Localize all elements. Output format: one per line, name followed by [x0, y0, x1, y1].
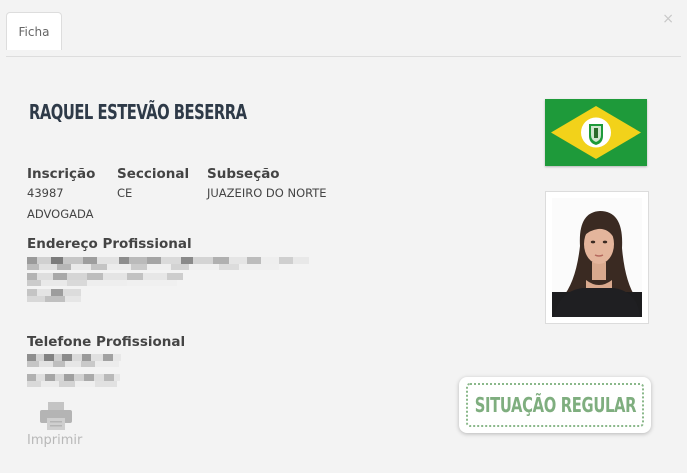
- profile-photo: [545, 191, 649, 324]
- inscricao-value: 43987: [27, 186, 64, 200]
- address-redacted: [27, 257, 312, 307]
- seccional-label: Seccional: [117, 166, 190, 182]
- tipo-value: ADVOGADA: [27, 207, 94, 221]
- endereco-label: Endereço Profissional: [27, 236, 192, 252]
- status-badge-border: SITUAÇÃO REGULAR: [466, 383, 644, 427]
- ceara-flag-image: [545, 99, 647, 166]
- situacao-regular-button[interactable]: SITUAÇÃO REGULAR: [459, 377, 651, 433]
- phone-redacted: [27, 354, 122, 389]
- subsecao-label: Subseção: [207, 166, 280, 182]
- status-label: SITUAÇÃO REGULAR: [474, 393, 636, 417]
- telefone-label: Telefone Profissional: [27, 334, 186, 350]
- tab-divider: [6, 56, 681, 57]
- close-icon[interactable]: ×: [662, 12, 674, 26]
- tab-ficha[interactable]: Ficha: [6, 12, 62, 50]
- printer-icon: [40, 402, 72, 430]
- subsecao-value: JUAZEIRO DO NORTE: [207, 186, 327, 200]
- inscricao-label: Inscrição: [27, 166, 96, 182]
- print-button[interactable]: Imprimir: [24, 400, 86, 452]
- print-label: Imprimir: [27, 433, 83, 448]
- lawyer-name: RAQUEL ESTEVÃO BESERRA: [29, 100, 247, 124]
- tab-ficha-label: Ficha: [18, 24, 50, 39]
- seccional-value: CE: [117, 186, 133, 200]
